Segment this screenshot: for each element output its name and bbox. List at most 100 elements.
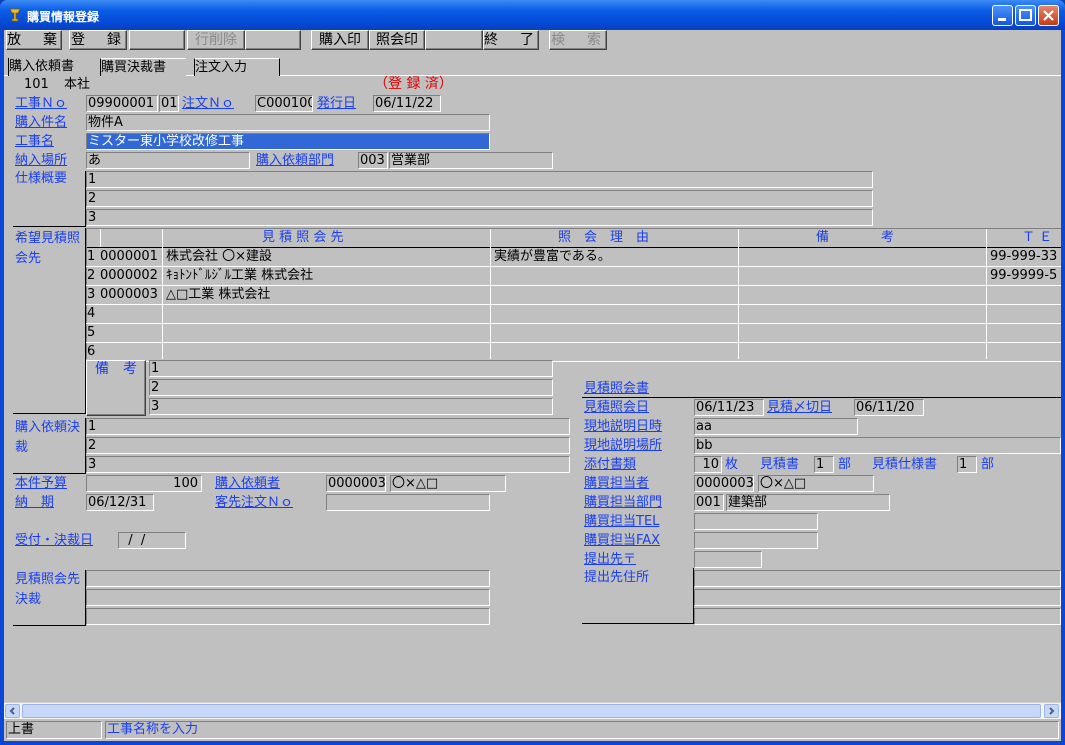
blank-button-1[interactable] xyxy=(129,30,185,50)
grid-cell-no[interactable]: 4 xyxy=(87,306,95,322)
scroll-thumb[interactable] xyxy=(22,704,1041,718)
close-button[interactable] xyxy=(1038,5,1059,26)
address-line-1[interactable] xyxy=(694,570,1061,587)
staff-name-field[interactable]: 〇×△□ xyxy=(758,475,874,492)
decision-line-1[interactable]: 1 xyxy=(86,418,570,435)
item-name-field[interactable]: 物件A xyxy=(86,114,490,131)
client-order-link[interactable]: 客先注文Ｎｏ xyxy=(215,494,293,511)
quote-inquiry-link[interactable]: 見積照会書 xyxy=(584,380,649,397)
deadline-field[interactable]: 06/12/31 xyxy=(86,494,154,511)
job-no-sub-field[interactable]: 01 xyxy=(159,95,179,112)
delivery-field[interactable]: あ xyxy=(86,152,250,169)
scroll-right-button[interactable] xyxy=(1044,704,1059,718)
remark-line-1[interactable]: 1 xyxy=(149,360,553,377)
spec-line-3[interactable]: 3 xyxy=(86,209,873,226)
grid-cell-no[interactable]: 5 xyxy=(87,325,95,341)
pdept-code-field[interactable]: 001 xyxy=(694,494,724,511)
spec-line-1[interactable]: 1 xyxy=(86,171,873,188)
purchase-tel-link[interactable]: 購買担当TEL xyxy=(584,513,659,530)
received-date-link[interactable]: 受付・決裁日 xyxy=(15,532,93,549)
grid-cell-no[interactable]: 1 xyxy=(87,249,95,265)
item-name-link[interactable]: 購入件名 xyxy=(15,114,67,131)
end-button[interactable]: 終 了 xyxy=(483,30,539,50)
purchase-staff-link[interactable]: 購買担当者 xyxy=(584,475,649,492)
grid-cell-tel[interactable]: 99-9999-5 xyxy=(990,268,1057,284)
requester-name-field[interactable]: 〇×△□ xyxy=(390,475,506,492)
search-button[interactable]: 検 索 xyxy=(549,30,607,50)
decision-line-3[interactable]: 3 xyxy=(86,456,570,473)
site-date-field[interactable]: aa xyxy=(694,418,858,435)
submit-zip-field[interactable] xyxy=(694,551,762,568)
quote-deadline-field[interactable]: 06/11/20 xyxy=(854,399,924,416)
address-line-2[interactable] xyxy=(694,589,1061,606)
table-row[interactable]: 2 0000002 ｷｮﾄﾝﾄﾞﾙｼﾞﾙ工業 株式会社 99-9999-5 xyxy=(86,267,1061,286)
dept-name-field[interactable]: 営業部 xyxy=(389,152,553,169)
quote-deadline-link[interactable]: 見積〆切日 xyxy=(767,399,832,416)
purchase-fax-field[interactable] xyxy=(694,532,818,549)
table-row[interactable]: 3 0000003 △□工業 株式会社 xyxy=(86,286,1061,305)
horizontal-scrollbar[interactable] xyxy=(4,702,1061,719)
job-name-link[interactable]: 工事名 xyxy=(15,133,54,150)
purchase-tel-field[interactable] xyxy=(694,513,818,530)
table-row[interactable]: 1 0000001 株式会社 〇×建設 実績が豊富である。 99-999-33 xyxy=(86,248,1061,267)
discard-button[interactable]: 放 棄 xyxy=(6,30,62,50)
maximize-button[interactable] xyxy=(1015,5,1036,26)
blank-button-2[interactable] xyxy=(245,30,301,50)
deadline-link[interactable]: 納 期 xyxy=(15,494,54,511)
address-line-3[interactable] xyxy=(694,608,1061,625)
submit-zip-link[interactable]: 提出先〒 xyxy=(584,551,636,568)
attachments-link[interactable]: 添付書類 xyxy=(584,456,636,473)
title-bar[interactable]: 購買情報登録 xyxy=(0,0,1065,30)
requester-code-field[interactable]: 0000003 xyxy=(326,475,386,492)
job-no-field[interactable]: 09900001 xyxy=(86,95,158,112)
site-date-link[interactable]: 現地説明日時 xyxy=(584,418,662,435)
remark-button[interactable]: 備 考 xyxy=(86,360,146,416)
grid-cell-vendor[interactable]: 株式会社 〇×建設 xyxy=(166,249,272,265)
grid-cell-reason[interactable]: 実績が豊富である。 xyxy=(494,249,611,265)
tab-purchase-request[interactable]: 購入依頼書 xyxy=(8,58,100,76)
order-no-field[interactable]: C000100 xyxy=(255,95,313,112)
order-no-link[interactable]: 注文Ｎｏ xyxy=(182,95,234,112)
table-row[interactable]: 5 xyxy=(86,324,1061,343)
spec-line-2[interactable]: 2 xyxy=(86,190,873,207)
quote-decision-line-2[interactable] xyxy=(86,589,490,606)
est-spec-count-field[interactable]: 1 xyxy=(957,456,977,473)
delete-row-button[interactable]: 行削除 xyxy=(187,30,245,50)
dept-code-field[interactable]: 003 xyxy=(358,152,388,169)
quote-decision-line-3[interactable] xyxy=(86,608,490,625)
delivery-link[interactable]: 納入場所 xyxy=(15,152,67,169)
site-place-field[interactable]: bb xyxy=(694,437,1061,454)
grid-cell-tel[interactable]: 99-999-33 xyxy=(990,249,1057,265)
job-name-field[interactable]: ミスター東小学校改修工事 xyxy=(86,133,490,150)
purchase-print-button[interactable]: 購入印 xyxy=(311,30,369,50)
grid-cell-code[interactable]: 0000001 xyxy=(100,249,158,265)
pdept-name-field[interactable]: 建築部 xyxy=(726,494,890,511)
minimize-button[interactable] xyxy=(992,5,1013,26)
quote-date-field[interactable]: 06/11/23 xyxy=(694,399,764,416)
tab-order-entry[interactable]: 注文入力 xyxy=(194,58,280,76)
client-order-field[interactable] xyxy=(326,494,490,511)
issue-date-link[interactable]: 発行日 xyxy=(317,95,356,112)
received-date-field[interactable]: / / xyxy=(118,532,186,549)
quote-date-link[interactable]: 見積照会日 xyxy=(584,399,649,416)
inquiry-print-button[interactable]: 照会印 xyxy=(369,30,425,50)
site-place-link[interactable]: 現地説明場所 xyxy=(584,437,662,454)
est-count-field[interactable]: 1 xyxy=(814,456,834,473)
grid-cell-vendor[interactable]: ｷｮﾄﾝﾄﾞﾙｼﾞﾙ工業 株式会社 xyxy=(166,268,313,284)
requester-link[interactable]: 購入依頼者 xyxy=(215,475,280,492)
remark-line-2[interactable]: 2 xyxy=(149,379,553,396)
grid-cell-no[interactable]: 3 xyxy=(87,287,95,303)
attach-count-field[interactable]: 10 xyxy=(694,456,722,473)
quote-decision-line-1[interactable] xyxy=(86,570,490,587)
grid-cell-no[interactable]: 2 xyxy=(87,268,95,284)
budget-field[interactable]: 100 xyxy=(86,475,202,492)
tab-purchase-decision[interactable]: 購買決裁書 xyxy=(100,58,186,76)
register-button[interactable]: 登 録 xyxy=(69,30,127,50)
purchase-dept-link[interactable]: 購買担当部門 xyxy=(584,494,662,511)
dept-link[interactable]: 購入依頼部門 xyxy=(256,152,334,169)
budget-link[interactable]: 本件予算 xyxy=(15,475,67,492)
decision-line-2[interactable]: 2 xyxy=(86,437,570,454)
staff-code-field[interactable]: 0000003 xyxy=(694,475,754,492)
blank-button-3[interactable] xyxy=(425,30,483,50)
issue-date-field[interactable]: 06/11/22 xyxy=(373,95,441,112)
